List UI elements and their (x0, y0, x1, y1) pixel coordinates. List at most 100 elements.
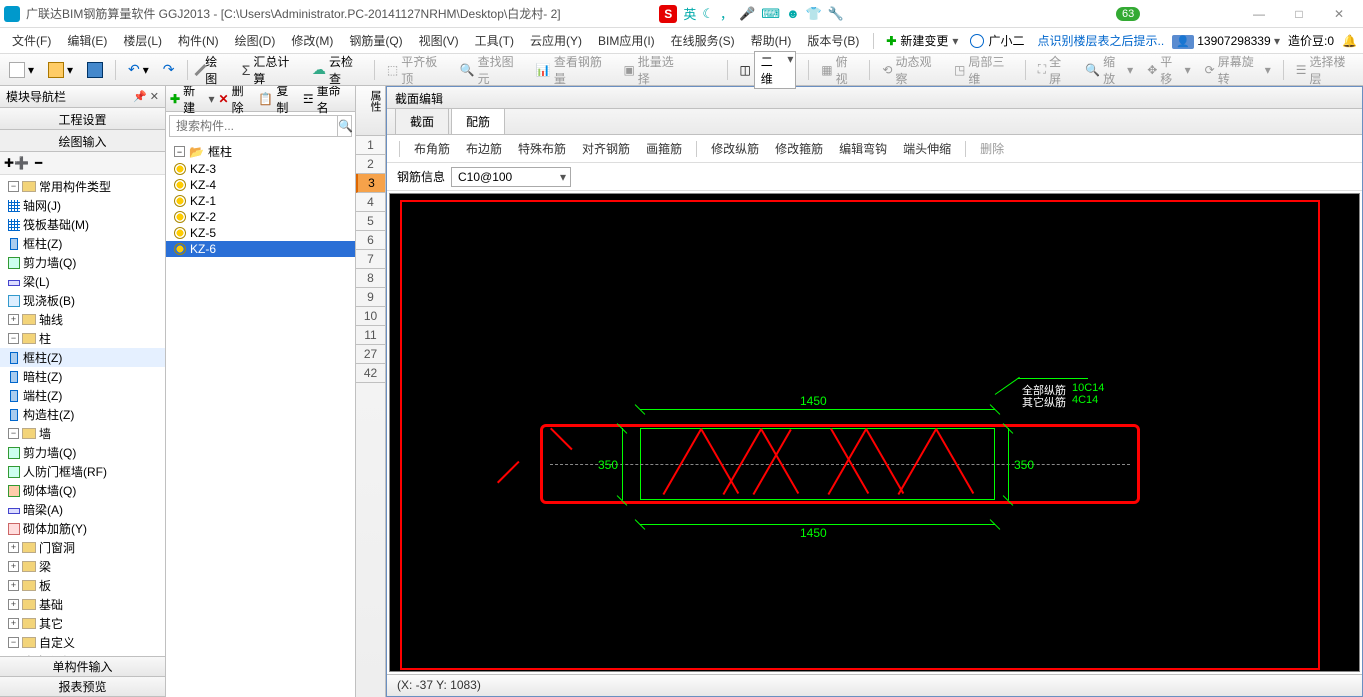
property-header[interactable]: 属性 (356, 86, 385, 136)
comp-item-selected[interactable]: KZ-6 (190, 242, 216, 256)
tb-rotate[interactable]: ⟳ 屏幕旋转 ▾ (1200, 50, 1276, 90)
comp-item[interactable]: KZ-3 (190, 162, 216, 176)
btn-special-bar[interactable]: 特殊布筋 (512, 137, 572, 160)
btn-mod-long[interactable]: 修改纵筋 (705, 137, 765, 160)
comp-new-button[interactable]: ✚新建▾ (170, 86, 215, 116)
shirt-icon[interactable]: 👕 (806, 6, 822, 22)
bell-icon[interactable]: 🔔 (1342, 34, 1357, 48)
tb-select-floor[interactable]: ☰ 选择楼层 (1291, 50, 1359, 90)
tb-view-rebar[interactable]: 📊 查看钢筋量 (531, 50, 615, 90)
search-input[interactable] (170, 116, 337, 136)
comp-delete-button[interactable]: ✕删除 (219, 86, 255, 116)
tree-column[interactable]: 柱 (39, 330, 51, 347)
nav-tab-report[interactable]: 报表预览 (0, 677, 165, 697)
search-icon[interactable]: 🔍 (337, 116, 353, 136)
new-change-button[interactable]: ✚新建变更▾ (882, 30, 962, 51)
tb-orbit[interactable]: ⟲ 动态观察 (877, 50, 945, 90)
component-tree[interactable]: − 📂 框柱 KZ-3 KZ-4 KZ-1 KZ-2 KZ-5 KZ-6 (166, 140, 355, 697)
tb-local-3d[interactable]: ◳ 局部三维 (949, 50, 1018, 90)
tree-common[interactable]: 常用构件类型 (39, 178, 111, 195)
row-num[interactable]: 4 (356, 193, 385, 212)
tree-opening[interactable]: 门窗洞 (39, 539, 75, 556)
mic-icon[interactable]: 🎤 (739, 6, 755, 22)
comp-item[interactable]: KZ-5 (190, 226, 216, 240)
user-nick[interactable]: 广小二 (966, 30, 1028, 51)
score-badge[interactable]: 63 (1116, 7, 1140, 21)
menu-file[interactable]: 文件(F) (6, 29, 57, 52)
row-num[interactable]: 9 (356, 288, 385, 307)
nav-tab-settings[interactable]: 工程设置 (0, 108, 165, 130)
tree-wall[interactable]: 墙 (39, 425, 51, 442)
rebar-info-combo[interactable]: C10@100 (451, 167, 571, 187)
nav-tab-draw[interactable]: 绘图输入 (0, 130, 165, 152)
open-file-button[interactable]: ▾ (43, 59, 78, 81)
nav-tab-single[interactable]: 单构件输入 (0, 657, 165, 677)
comp-item[interactable]: KZ-1 (190, 194, 216, 208)
lang-indicator[interactable]: 英 (683, 4, 696, 23)
comp-rename-button[interactable]: ☲重命名 (303, 86, 351, 116)
wrench-icon[interactable]: 🔧 (828, 6, 844, 22)
btn-end-ext[interactable]: 端头伸缩 (897, 137, 957, 160)
tb-zoom[interactable]: 🔍 缩放 ▾ (1080, 50, 1138, 90)
comma-icon[interactable]: ， (720, 4, 733, 23)
tb-fullscreen[interactable]: ⛶ 全屏 (1033, 50, 1076, 90)
tree-beam[interactable]: 梁 (39, 558, 51, 575)
btn-mod-hoop[interactable]: 修改箍筋 (769, 137, 829, 160)
menu-edit[interactable]: 编辑(E) (61, 29, 113, 52)
minimize-button[interactable]: — (1239, 2, 1279, 26)
keyboard-icon[interactable]: ⌨ (761, 6, 780, 22)
credit-label[interactable]: 造价豆:0 (1288, 32, 1334, 49)
sum-button[interactable]: 汇总计算 (237, 50, 303, 90)
row-num[interactable]: 10 (356, 307, 385, 326)
comp-copy-button[interactable]: 📋复制 (258, 86, 299, 116)
row-num[interactable]: 5 (356, 212, 385, 231)
moon-icon[interactable]: ☾ (702, 6, 714, 22)
tree-other[interactable]: 其它 (39, 615, 63, 632)
tb-level-top[interactable]: ⬚ 平齐板顶 (382, 50, 451, 90)
tb-top-view[interactable]: ▦ 俯视 (816, 50, 862, 90)
row-num[interactable]: 1 (356, 136, 385, 155)
new-file-button[interactable]: ▾ (4, 59, 39, 81)
undo-button[interactable]: ▾ (123, 58, 154, 81)
user-phone[interactable]: 👤 13907298339 ▾ (1172, 34, 1280, 48)
tb-batch-select[interactable]: ▣ 批量选择 (618, 50, 687, 90)
cloud-check-button[interactable]: 云检查 (307, 50, 367, 90)
btn-draw-hoop[interactable]: 画箍筋 (640, 137, 688, 160)
row-num[interactable]: 11 (356, 326, 385, 345)
hint-link[interactable]: 点识别楼层表之后提示.. (1038, 32, 1165, 49)
btn-delete[interactable]: 删除 (974, 137, 1010, 160)
module-tree[interactable]: −常用构件类型 轴网(J) 筏板基础(M) 框柱(Z) 剪力墙(Q) 梁(L) … (0, 175, 165, 656)
comp-item[interactable]: KZ-4 (190, 178, 216, 192)
tree-axis[interactable]: 轴线 (39, 311, 63, 328)
btn-align-bar[interactable]: 对齐钢筋 (576, 137, 636, 160)
row-num[interactable]: 42 (356, 364, 385, 383)
btn-corner-bar[interactable]: 布角筋 (408, 137, 456, 160)
menu-floor[interactable]: 楼层(L) (117, 29, 168, 52)
row-num[interactable]: 2 (356, 155, 385, 174)
row-num[interactable]: 8 (356, 269, 385, 288)
face-icon[interactable]: ☻ (786, 6, 800, 21)
view-mode-combo[interactable]: ◫ 二维 (734, 48, 801, 92)
comp-item[interactable]: KZ-2 (190, 210, 216, 224)
collapse-tool-icon[interactable]: ━ (35, 156, 42, 170)
tab-section[interactable]: 截面 (395, 108, 449, 134)
row-num-selected[interactable]: 3 (356, 174, 385, 193)
maximize-button[interactable]: □ (1279, 2, 1319, 26)
row-num[interactable]: 27 (356, 345, 385, 364)
close-button[interactable]: ✕ (1319, 2, 1359, 26)
row-num[interactable]: 6 (356, 231, 385, 250)
tab-rebar[interactable]: 配筋 (451, 108, 505, 134)
btn-edit-hook[interactable]: 编辑弯钩 (833, 137, 893, 160)
expand-tool-icon[interactable]: ✚➕ (4, 156, 29, 170)
sogou-icon[interactable]: S (659, 5, 677, 23)
pin-icon[interactable]: 📌 ✕ (133, 90, 159, 103)
draw-button[interactable]: 绘图 (194, 50, 232, 90)
tb-pan[interactable]: ✥ 平移 ▾ (1142, 50, 1195, 90)
drawing-canvas[interactable]: 1450 1450 350 350 全部纵筋 (389, 193, 1360, 672)
tree-slab[interactable]: 板 (39, 577, 51, 594)
tree-custom[interactable]: 自定义 (39, 634, 75, 651)
tree-foundation[interactable]: 基础 (39, 596, 63, 613)
redo-button[interactable] (158, 58, 180, 81)
save-button[interactable] (82, 59, 108, 81)
btn-edge-bar[interactable]: 布边筋 (460, 137, 508, 160)
